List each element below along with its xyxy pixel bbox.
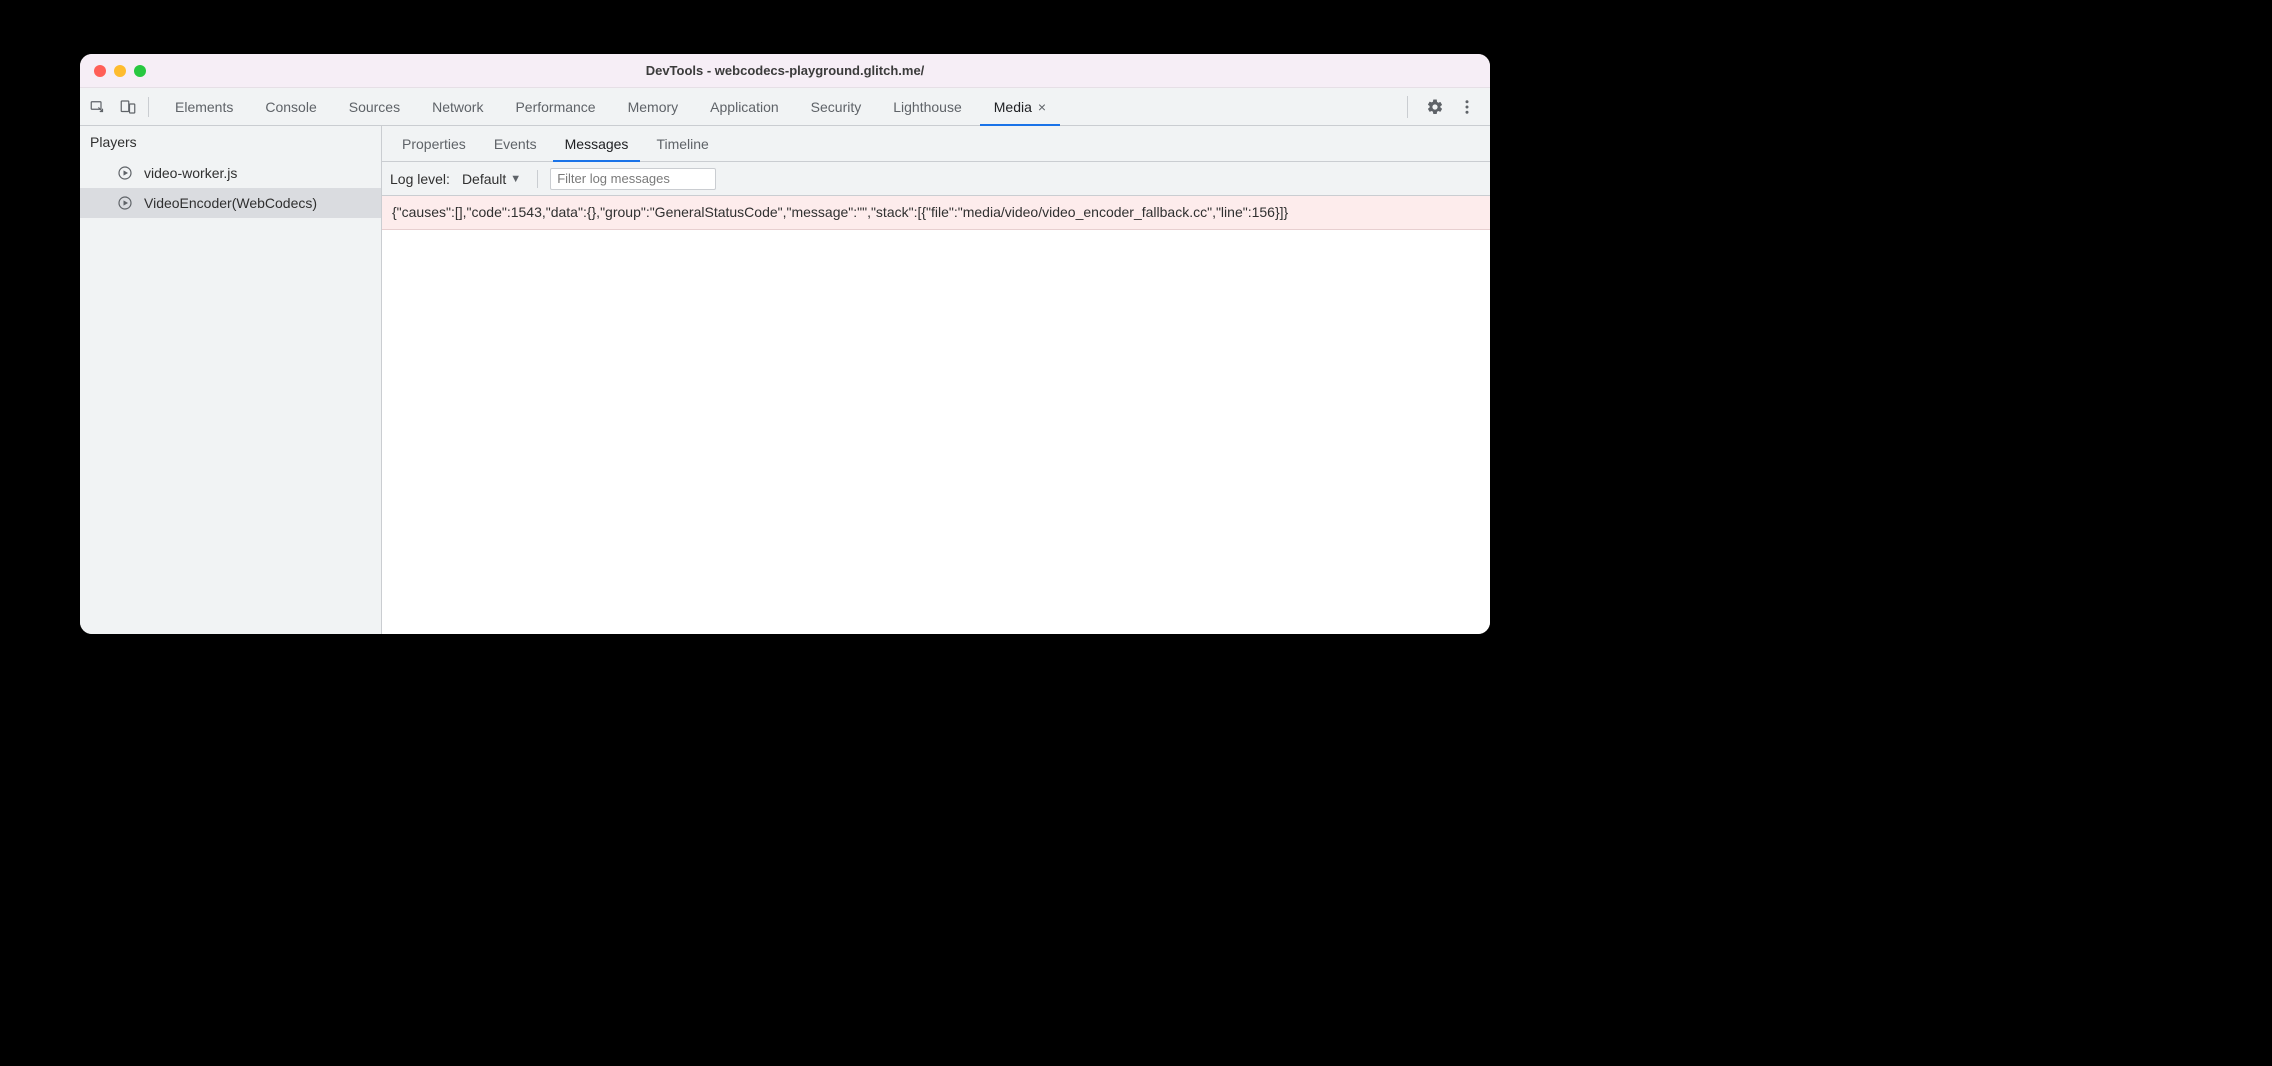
traffic-lights	[80, 65, 146, 77]
window-close-button[interactable]	[94, 65, 106, 77]
sub-tab-label: Messages	[565, 136, 629, 152]
panel-tab-label: Sources	[349, 99, 400, 115]
sub-tabs: Properties Events Messages Timeline	[382, 126, 1490, 162]
log-area: {"causes":[],"code":1543,"data":{},"grou…	[382, 196, 1490, 634]
panel-tab-label: Elements	[175, 99, 233, 115]
panel-tab-label: Performance	[515, 99, 595, 115]
panel-tab-label: Console	[265, 99, 316, 115]
sub-tab-events[interactable]: Events	[480, 126, 551, 161]
kebab-icon[interactable]	[1456, 96, 1478, 118]
panel-tab-elements[interactable]: Elements	[159, 88, 249, 125]
window-zoom-button[interactable]	[134, 65, 146, 77]
filter-input[interactable]	[550, 168, 716, 190]
panel-tab-performance[interactable]: Performance	[499, 88, 611, 125]
panel-tab-label: Memory	[628, 99, 679, 115]
gear-icon[interactable]	[1424, 96, 1446, 118]
panel-tab-network[interactable]: Network	[416, 88, 499, 125]
panel-tab-security[interactable]: Security	[795, 88, 878, 125]
filter-bar: Log level: Default ▼	[382, 162, 1490, 196]
panel-tab-memory[interactable]: Memory	[612, 88, 695, 125]
players-sidebar: Players video-worker.js VideoEncoder(Web…	[80, 126, 382, 634]
log-level-value: Default	[462, 171, 506, 187]
sidebar-item-label: VideoEncoder(WebCodecs)	[144, 195, 317, 211]
panel-tab-lighthouse[interactable]: Lighthouse	[877, 88, 978, 125]
panel-tab-application[interactable]: Application	[694, 88, 795, 125]
panel-tabs: Elements Console Sources Network Perform…	[159, 88, 1062, 125]
window-minimize-button[interactable]	[114, 65, 126, 77]
sub-tab-label: Events	[494, 136, 537, 152]
panel-tab-label: Application	[710, 99, 779, 115]
main-toolbar: Elements Console Sources Network Perform…	[80, 88, 1490, 126]
play-icon	[116, 194, 134, 212]
sub-tab-messages[interactable]: Messages	[551, 126, 643, 161]
sub-tab-timeline[interactable]: Timeline	[642, 126, 722, 161]
panel-tab-label: Network	[432, 99, 483, 115]
chevron-down-icon: ▼	[510, 173, 521, 185]
window-title: DevTools - webcodecs-playground.glitch.m…	[80, 63, 1490, 78]
sidebar-item-label: video-worker.js	[144, 165, 237, 181]
inspect-element-icon[interactable]	[88, 97, 108, 117]
toolbar-divider	[148, 97, 149, 117]
main-pane: Properties Events Messages Timeline Log …	[382, 126, 1490, 634]
log-level-dropdown[interactable]: Default ▼	[458, 169, 525, 189]
play-icon	[116, 164, 134, 182]
sidebar-heading: Players	[80, 126, 381, 158]
close-icon[interactable]: ×	[1038, 99, 1046, 115]
device-toolbar-icon[interactable]	[118, 97, 138, 117]
sub-tab-label: Timeline	[656, 136, 708, 152]
log-level-label: Log level:	[390, 171, 450, 187]
panel-tab-console[interactable]: Console	[249, 88, 332, 125]
panel-tab-sources[interactable]: Sources	[333, 88, 416, 125]
sidebar-item-videoencoder[interactable]: VideoEncoder(WebCodecs)	[80, 188, 381, 218]
log-row[interactable]: {"causes":[],"code":1543,"data":{},"grou…	[382, 196, 1490, 230]
devtools-window: DevTools - webcodecs-playground.glitch.m…	[80, 54, 1490, 634]
panel-tab-label: Media	[994, 99, 1032, 115]
sidebar-item-video-worker[interactable]: video-worker.js	[80, 158, 381, 188]
panel-tab-label: Lighthouse	[893, 99, 962, 115]
toolbar-divider	[1407, 96, 1408, 118]
window-titlebar: DevTools - webcodecs-playground.glitch.m…	[80, 54, 1490, 88]
sub-tab-properties[interactable]: Properties	[388, 126, 480, 161]
sub-tab-label: Properties	[402, 136, 466, 152]
panel-tab-label: Security	[811, 99, 862, 115]
panel-tab-media[interactable]: Media ×	[978, 88, 1062, 125]
filter-divider	[537, 170, 538, 188]
